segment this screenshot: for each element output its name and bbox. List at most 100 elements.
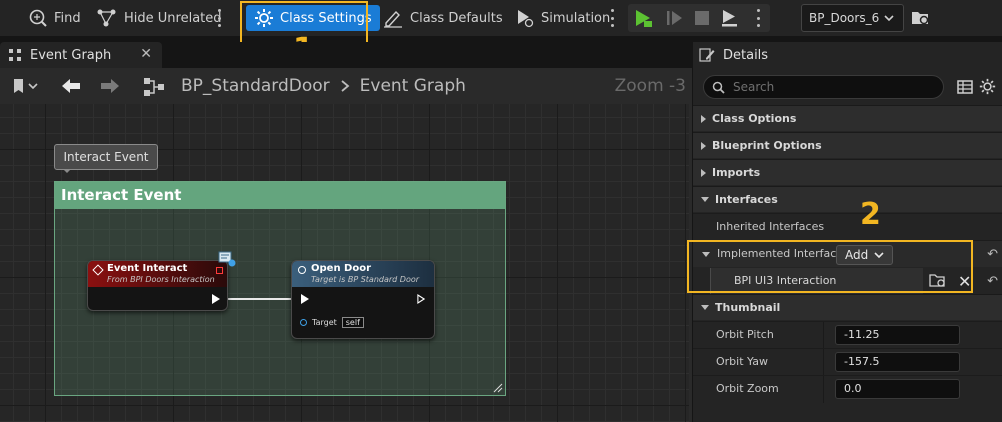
graph-icon	[9, 49, 21, 61]
resize-handle-icon[interactable]	[493, 383, 503, 393]
category-label: Interfaces	[715, 193, 778, 206]
exec-out-pin[interactable]	[417, 294, 425, 304]
comment-bubble[interactable]: Interact Event	[54, 144, 158, 173]
column-divider[interactable]	[823, 349, 824, 376]
table-view-icon[interactable]	[957, 79, 973, 98]
category-interfaces[interactable]: Interfaces	[693, 186, 1002, 212]
orbit-zoom-field[interactable]: 0.0	[835, 379, 960, 399]
simulation-icon	[518, 10, 534, 28]
collapse-arrow-icon	[702, 252, 710, 257]
comment-title[interactable]: Interact Event	[55, 182, 505, 209]
category-label: Imports	[712, 166, 761, 179]
expand-arrow-icon	[701, 114, 706, 123]
interface-message-icon	[217, 250, 237, 271]
orbit-pitch-label: Orbit Pitch	[716, 328, 774, 341]
implemented-interfaces-label: Implemented Interfac	[717, 247, 837, 260]
simulation-label: Simulation	[541, 10, 611, 26]
node-subtitle: Target is BP Standard Door	[311, 275, 420, 284]
chevron-right-icon	[341, 80, 350, 92]
remove-icon[interactable]: ✕	[958, 272, 971, 291]
node-header: Event Interact From BPI Doors Interactio…	[88, 261, 227, 287]
orbit-zoom-row: Orbit Zoom 0.0	[693, 375, 1002, 403]
interface-item: BPI UI3 Interaction	[710, 268, 923, 294]
graph-header: BP_StandardDoor Event Graph Zoom -3	[0, 68, 692, 104]
category-label: Blueprint Options	[712, 139, 822, 152]
interface-item-row[interactable]: BPI UI3 Interaction ✕ ↶	[693, 268, 1002, 294]
more-options-icon[interactable]	[217, 9, 221, 27]
class-defaults-button[interactable]: Class Defaults	[376, 4, 509, 32]
category-label: Class Options	[712, 112, 797, 125]
breadcrumb-blueprint[interactable]: BP_StandardDoor	[181, 76, 330, 96]
orbit-pitch-field[interactable]: -11.25	[835, 325, 960, 345]
graph-scrollbar[interactable]	[689, 104, 692, 422]
category-blueprint-options[interactable]: Blueprint Options	[693, 132, 1002, 158]
find-label: Find	[54, 10, 81, 26]
settings-gear-icon[interactable]	[979, 78, 996, 98]
more-options-icon[interactable]	[756, 9, 760, 27]
details-search-row: Search	[693, 68, 1002, 106]
forward-arrow-icon[interactable]	[99, 77, 121, 98]
find-debug-object-icon[interactable]	[911, 9, 931, 30]
orbit-zoom-label: Orbit Zoom	[716, 382, 779, 395]
search-placeholder: Search	[733, 80, 775, 94]
eject-icon[interactable]	[720, 9, 740, 30]
details-pencil-icon	[699, 48, 715, 62]
category-class-options[interactable]: Class Options	[693, 105, 1002, 131]
annotation-step-2: 2	[860, 197, 881, 232]
back-arrow-icon[interactable]	[60, 77, 82, 98]
tab-event-graph[interactable]: Event Graph ✕	[0, 42, 162, 68]
target-value: self	[341, 317, 364, 328]
node-title: Event Interact	[107, 263, 188, 274]
stop-icon[interactable]	[694, 9, 710, 30]
event-interact-node[interactable]: Event Interact From BPI Doors Interactio…	[87, 260, 228, 311]
implemented-interfaces-row[interactable]: Implemented Interfac Add ↶	[693, 240, 1002, 267]
more-options-icon[interactable]	[610, 9, 614, 27]
reset-arrow-icon[interactable]: ↶	[987, 247, 998, 262]
tab-details[interactable]: Details	[693, 42, 1002, 68]
function-icon	[298, 266, 306, 274]
target-pin-row: Target self	[300, 317, 364, 328]
play-controls	[628, 4, 770, 32]
category-label: Thumbnail	[715, 301, 781, 314]
close-icon[interactable]: ✕	[140, 46, 152, 62]
reset-arrow-icon[interactable]: ↶	[987, 274, 998, 289]
node-title: Open Door	[311, 263, 372, 274]
find-button[interactable]: Find	[22, 4, 87, 32]
step-icon[interactable]	[666, 9, 684, 30]
chevron-down-icon	[884, 15, 894, 22]
bookmark-icon[interactable]	[12, 78, 40, 97]
hide-unrelated-label: Hide Unrelated	[124, 10, 222, 26]
blueprint-debug-select[interactable]: BP_Doors_6	[801, 4, 904, 32]
open-door-node[interactable]: Open Door Target is BP Standard Door Tar…	[291, 260, 435, 339]
search-input[interactable]: Search	[703, 75, 944, 99]
column-divider[interactable]	[823, 322, 824, 349]
inherited-interfaces-row[interactable]: Inherited Interfaces	[693, 213, 1002, 240]
category-imports[interactable]: Imports	[693, 159, 1002, 185]
play-icon[interactable]	[632, 9, 654, 30]
hide-unrelated-button[interactable]: Hide Unrelated	[90, 4, 228, 32]
exec-wire	[228, 298, 298, 300]
add-interface-button[interactable]: Add	[836, 245, 893, 265]
target-label: Target	[312, 318, 337, 327]
interface-item-label: BPI UI3 Interaction	[734, 274, 837, 287]
class-defaults-label: Class Defaults	[410, 10, 503, 26]
category-thumbnail[interactable]: Thumbnail	[693, 294, 1002, 320]
add-label: Add	[845, 248, 869, 262]
breadcrumb-graph[interactable]: Event Graph	[360, 76, 466, 96]
breadcrumb: BP_StandardDoor Event Graph	[181, 76, 466, 96]
details-panel: Search Class Options Blueprint Options I…	[693, 68, 1002, 422]
hide-unrelated-icon	[97, 9, 116, 27]
exec-in-pin[interactable]	[301, 294, 309, 304]
search-icon	[712, 81, 725, 94]
exec-out-pin[interactable]	[212, 294, 220, 304]
target-pin[interactable]	[300, 319, 307, 326]
main-toolbar: Find Hide Unrelated Class Settings Class…	[0, 0, 1002, 72]
find-icon	[29, 9, 47, 27]
node-header: Open Door Target is BP Standard Door	[292, 261, 434, 287]
browse-asset-icon[interactable]	[929, 273, 947, 292]
column-divider[interactable]	[823, 376, 824, 403]
simulation-button[interactable]: Simulation	[507, 4, 616, 32]
expand-arrow-icon	[701, 141, 706, 150]
orbit-yaw-field[interactable]: -157.5	[835, 352, 960, 372]
class-settings-button[interactable]: Class Settings	[246, 5, 380, 31]
